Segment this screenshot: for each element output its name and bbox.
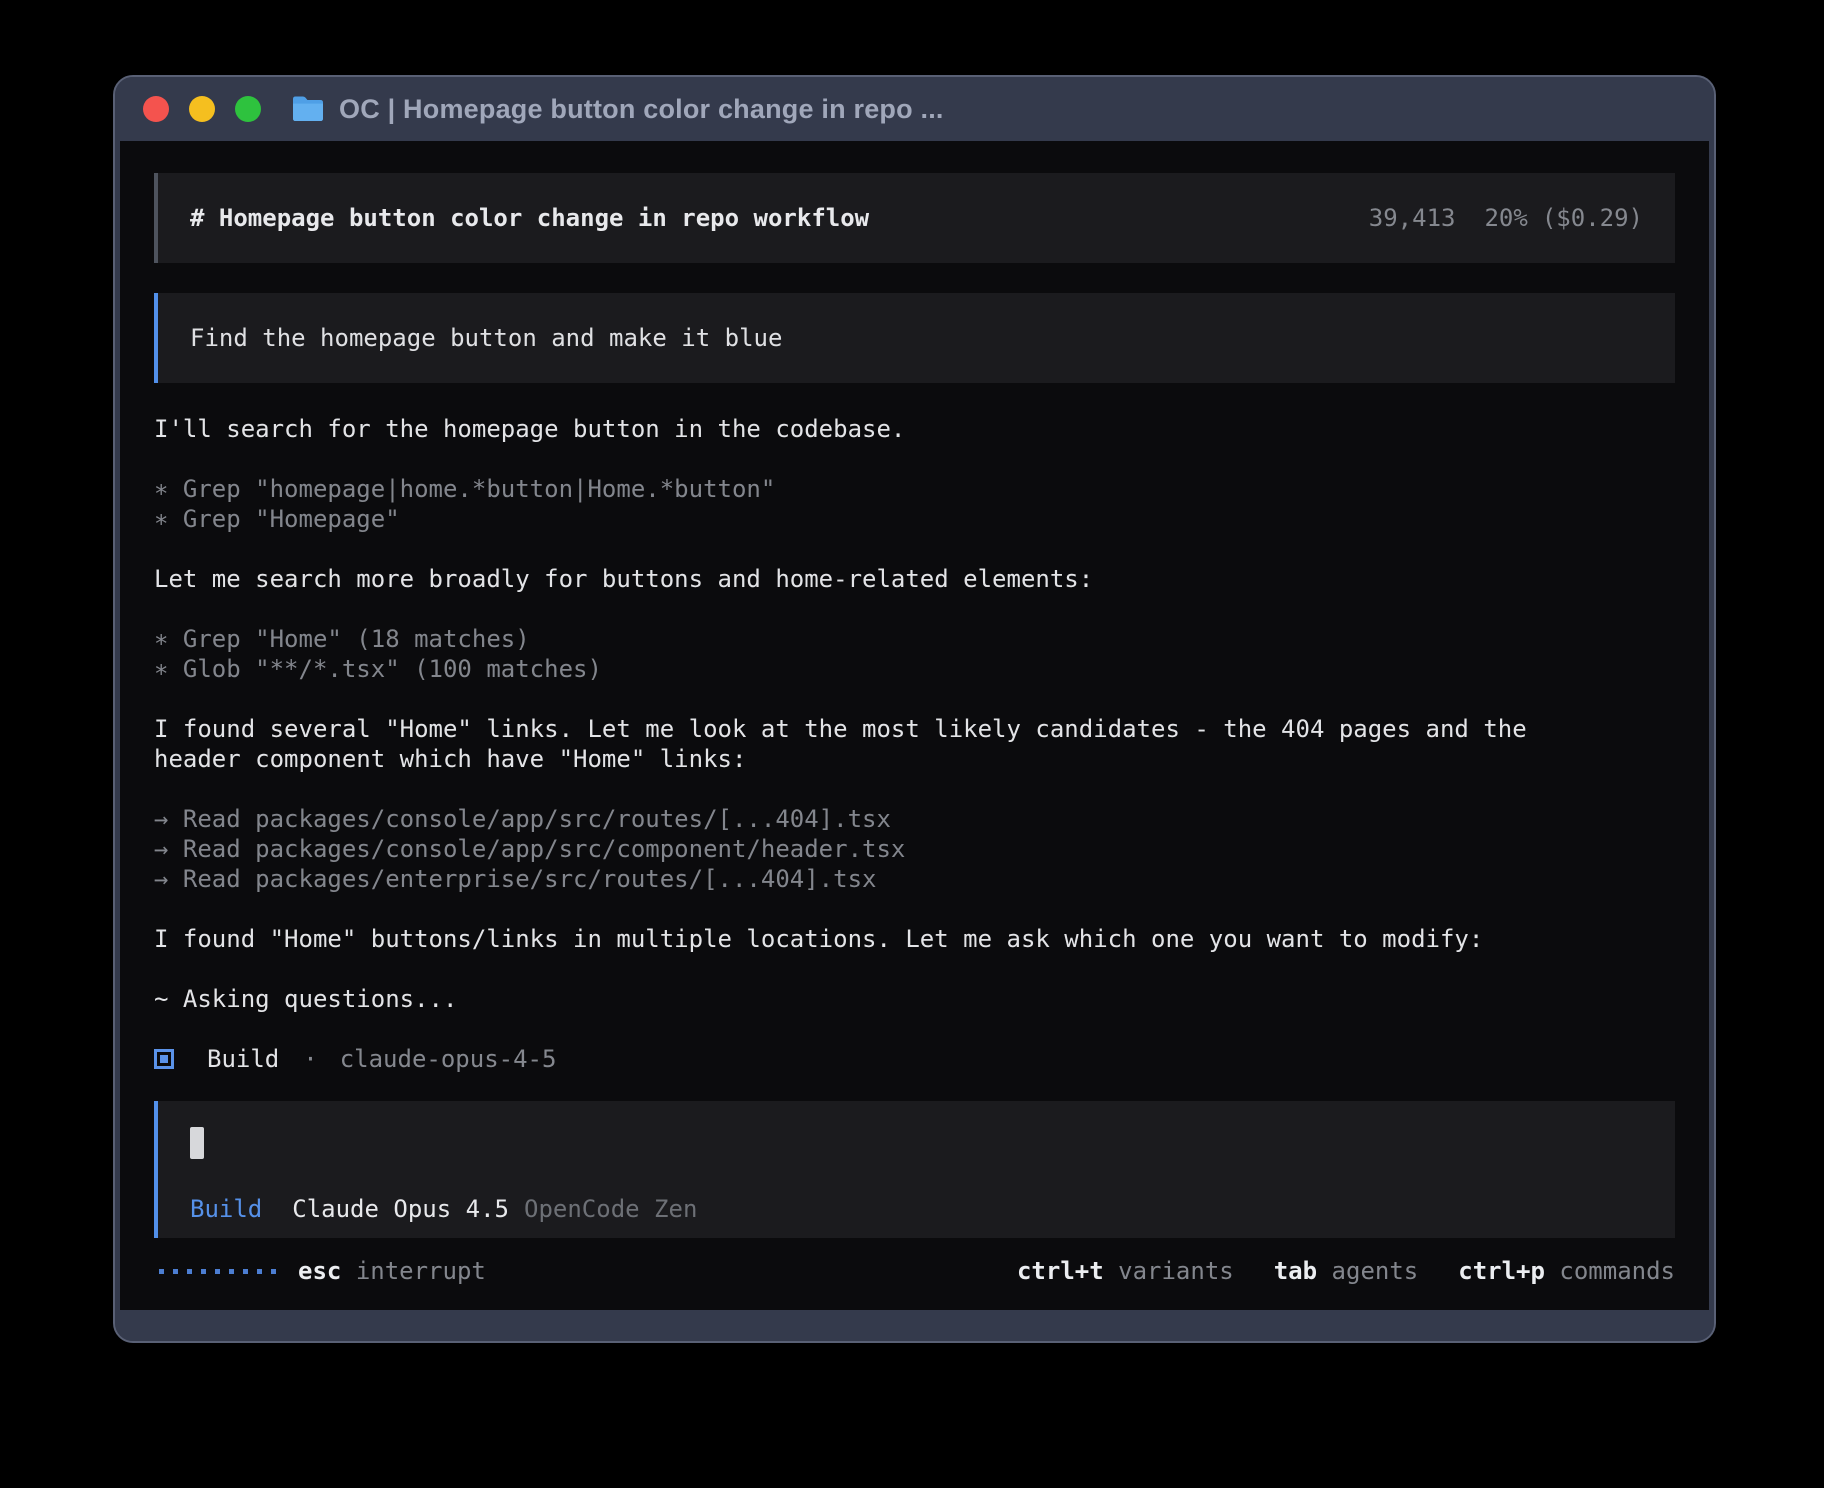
transcript-line: → Read packages/enterprise/src/routes/[.… bbox=[154, 864, 1675, 894]
agent-checkbox-icon bbox=[154, 1049, 174, 1069]
close-button[interactable] bbox=[143, 96, 169, 122]
transcript-line: ∗ Grep "Homepage" bbox=[154, 504, 1675, 534]
activity-dot bbox=[159, 1269, 164, 1274]
agent-name: Build bbox=[207, 1045, 279, 1073]
keyboard-hint: tab agents bbox=[1274, 1257, 1419, 1285]
assistant-text-block: I found several "Home" links. Let me loo… bbox=[154, 714, 1675, 774]
agent-model: claude-opus-4-5 bbox=[340, 1045, 557, 1073]
minimize-button[interactable] bbox=[189, 96, 215, 122]
transcript-line: ~ Asking questions... bbox=[154, 984, 1675, 1014]
input-mode-row: Build Claude Opus 4.5 OpenCode Zen bbox=[190, 1194, 697, 1224]
interrupt-hint: esc interrupt bbox=[298, 1257, 486, 1285]
statusbar-left: esc interrupt bbox=[154, 1257, 486, 1285]
zoom-button[interactable] bbox=[235, 96, 261, 122]
statusbar-hints: ctrl+t variants tab agents ctrl+p commands bbox=[1017, 1257, 1675, 1285]
folder-icon bbox=[291, 95, 325, 123]
activity-dot bbox=[215, 1269, 220, 1274]
activity-dot bbox=[243, 1269, 248, 1274]
tool-call-block: ∗ Grep "Home" (18 matches)∗ Glob "**/*.t… bbox=[154, 624, 1675, 684]
activity-dots-icon bbox=[159, 1269, 276, 1274]
esc-key: esc bbox=[298, 1257, 341, 1285]
text-cursor bbox=[190, 1127, 204, 1159]
activity-dot bbox=[187, 1269, 192, 1274]
assistant-text-block: ~ Asking questions... bbox=[154, 984, 1675, 1014]
transcript-line: I'll search for the homepage button in t… bbox=[154, 414, 1675, 444]
hint-key: ctrl+p bbox=[1458, 1257, 1545, 1285]
transcript-line: header component which have "Home" links… bbox=[154, 744, 1675, 774]
provider-label: OpenCode Zen bbox=[524, 1195, 697, 1223]
agent-separator: · bbox=[303, 1045, 317, 1073]
transcript-line: → Read packages/console/app/src/componen… bbox=[154, 834, 1675, 864]
activity-dot bbox=[271, 1269, 276, 1274]
token-count: 39,413 bbox=[1369, 204, 1456, 232]
agent-status-row: Build · claude-opus-4-5 bbox=[154, 1044, 1675, 1074]
hint-label: agents bbox=[1317, 1257, 1418, 1285]
session-header: # Homepage button color change in repo w… bbox=[154, 173, 1675, 263]
context-percent: 20% bbox=[1484, 204, 1527, 232]
tool-call-block: → Read packages/console/app/src/routes/[… bbox=[154, 804, 1675, 894]
statusbar: esc interrupt ctrl+t variantstab agentsc… bbox=[154, 1256, 1675, 1286]
transcript: I'll search for the homepage button in t… bbox=[154, 414, 1675, 1014]
transcript-line: ∗ Grep "homepage|home.*button|Home.*butt… bbox=[154, 474, 1675, 504]
user-message: Find the homepage button and make it blu… bbox=[154, 293, 1675, 383]
esc-label: interrupt bbox=[356, 1257, 486, 1285]
model-label[interactable]: Claude Opus 4.5 bbox=[292, 1195, 509, 1223]
window-bottom-strip bbox=[115, 1310, 1714, 1343]
session-cost: ($0.29) bbox=[1542, 204, 1643, 232]
hint-label: commands bbox=[1545, 1257, 1675, 1285]
keyboard-hint: ctrl+t variants bbox=[1017, 1257, 1234, 1285]
assistant-text-block: I found "Home" buttons/links in multiple… bbox=[154, 924, 1675, 954]
hint-key: tab bbox=[1274, 1257, 1317, 1285]
activity-dot bbox=[173, 1269, 178, 1274]
session-title: # Homepage button color change in repo w… bbox=[190, 204, 869, 232]
transcript-line: ∗ Glob "**/*.tsx" (100 matches) bbox=[154, 654, 1675, 684]
activity-dot bbox=[257, 1269, 262, 1274]
user-message-text: Find the homepage button and make it blu… bbox=[190, 324, 782, 352]
activity-dot bbox=[229, 1269, 234, 1274]
window-title: OC | Homepage button color change in rep… bbox=[339, 94, 944, 125]
transcript-line: ∗ Grep "Home" (18 matches) bbox=[154, 624, 1675, 654]
assistant-text-block: Let me search more broadly for buttons a… bbox=[154, 564, 1675, 594]
session-stats: 39,413 20% ($0.29) bbox=[1369, 204, 1643, 232]
activity-dot bbox=[201, 1269, 206, 1274]
mode-label[interactable]: Build bbox=[190, 1195, 262, 1223]
transcript-line: I found "Home" buttons/links in multiple… bbox=[154, 924, 1675, 954]
prompt-input[interactable]: Build Claude Opus 4.5 OpenCode Zen bbox=[154, 1101, 1675, 1238]
hint-key: ctrl+t bbox=[1017, 1257, 1104, 1285]
keyboard-hint: ctrl+p commands bbox=[1458, 1257, 1675, 1285]
tool-call-block: ∗ Grep "homepage|home.*button|Home.*butt… bbox=[154, 474, 1675, 534]
assistant-text-block: I'll search for the homepage button in t… bbox=[154, 414, 1675, 444]
terminal-content: # Homepage button color change in repo w… bbox=[120, 141, 1709, 1310]
terminal-window: OC | Homepage button color change in rep… bbox=[113, 75, 1716, 1343]
transcript-line: I found several "Home" links. Let me loo… bbox=[154, 714, 1675, 744]
hint-label: variants bbox=[1104, 1257, 1234, 1285]
transcript-line: → Read packages/console/app/src/routes/[… bbox=[154, 804, 1675, 834]
titlebar: OC | Homepage button color change in rep… bbox=[115, 77, 1714, 141]
traffic-lights bbox=[143, 96, 261, 122]
transcript-line: Let me search more broadly for buttons a… bbox=[154, 564, 1675, 594]
